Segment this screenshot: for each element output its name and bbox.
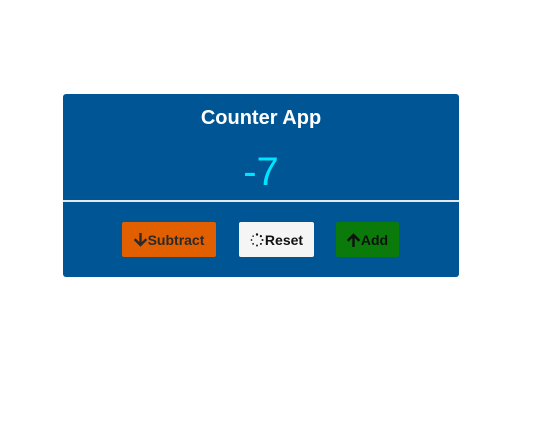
reset-button[interactable]: Reset	[239, 222, 314, 257]
counter-card: Counter App -7 Subtract Reset Add	[63, 94, 459, 277]
spinner-icon	[250, 232, 264, 247]
arrow-down-icon	[133, 232, 147, 247]
arrow-up-icon	[346, 232, 360, 247]
add-button[interactable]: Add	[336, 222, 399, 257]
add-button-label: Add	[360, 231, 389, 248]
divider	[63, 200, 459, 202]
subtract-button[interactable]: Subtract	[122, 222, 216, 257]
counter-value: -7	[243, 150, 279, 194]
app-title: Counter App	[200, 107, 322, 129]
page-body: { "app": { "title": "Counter App", "coun…	[0, 0, 543, 432]
reset-button-label: Reset	[264, 231, 304, 248]
subtract-button-label: Subtract	[147, 231, 205, 248]
